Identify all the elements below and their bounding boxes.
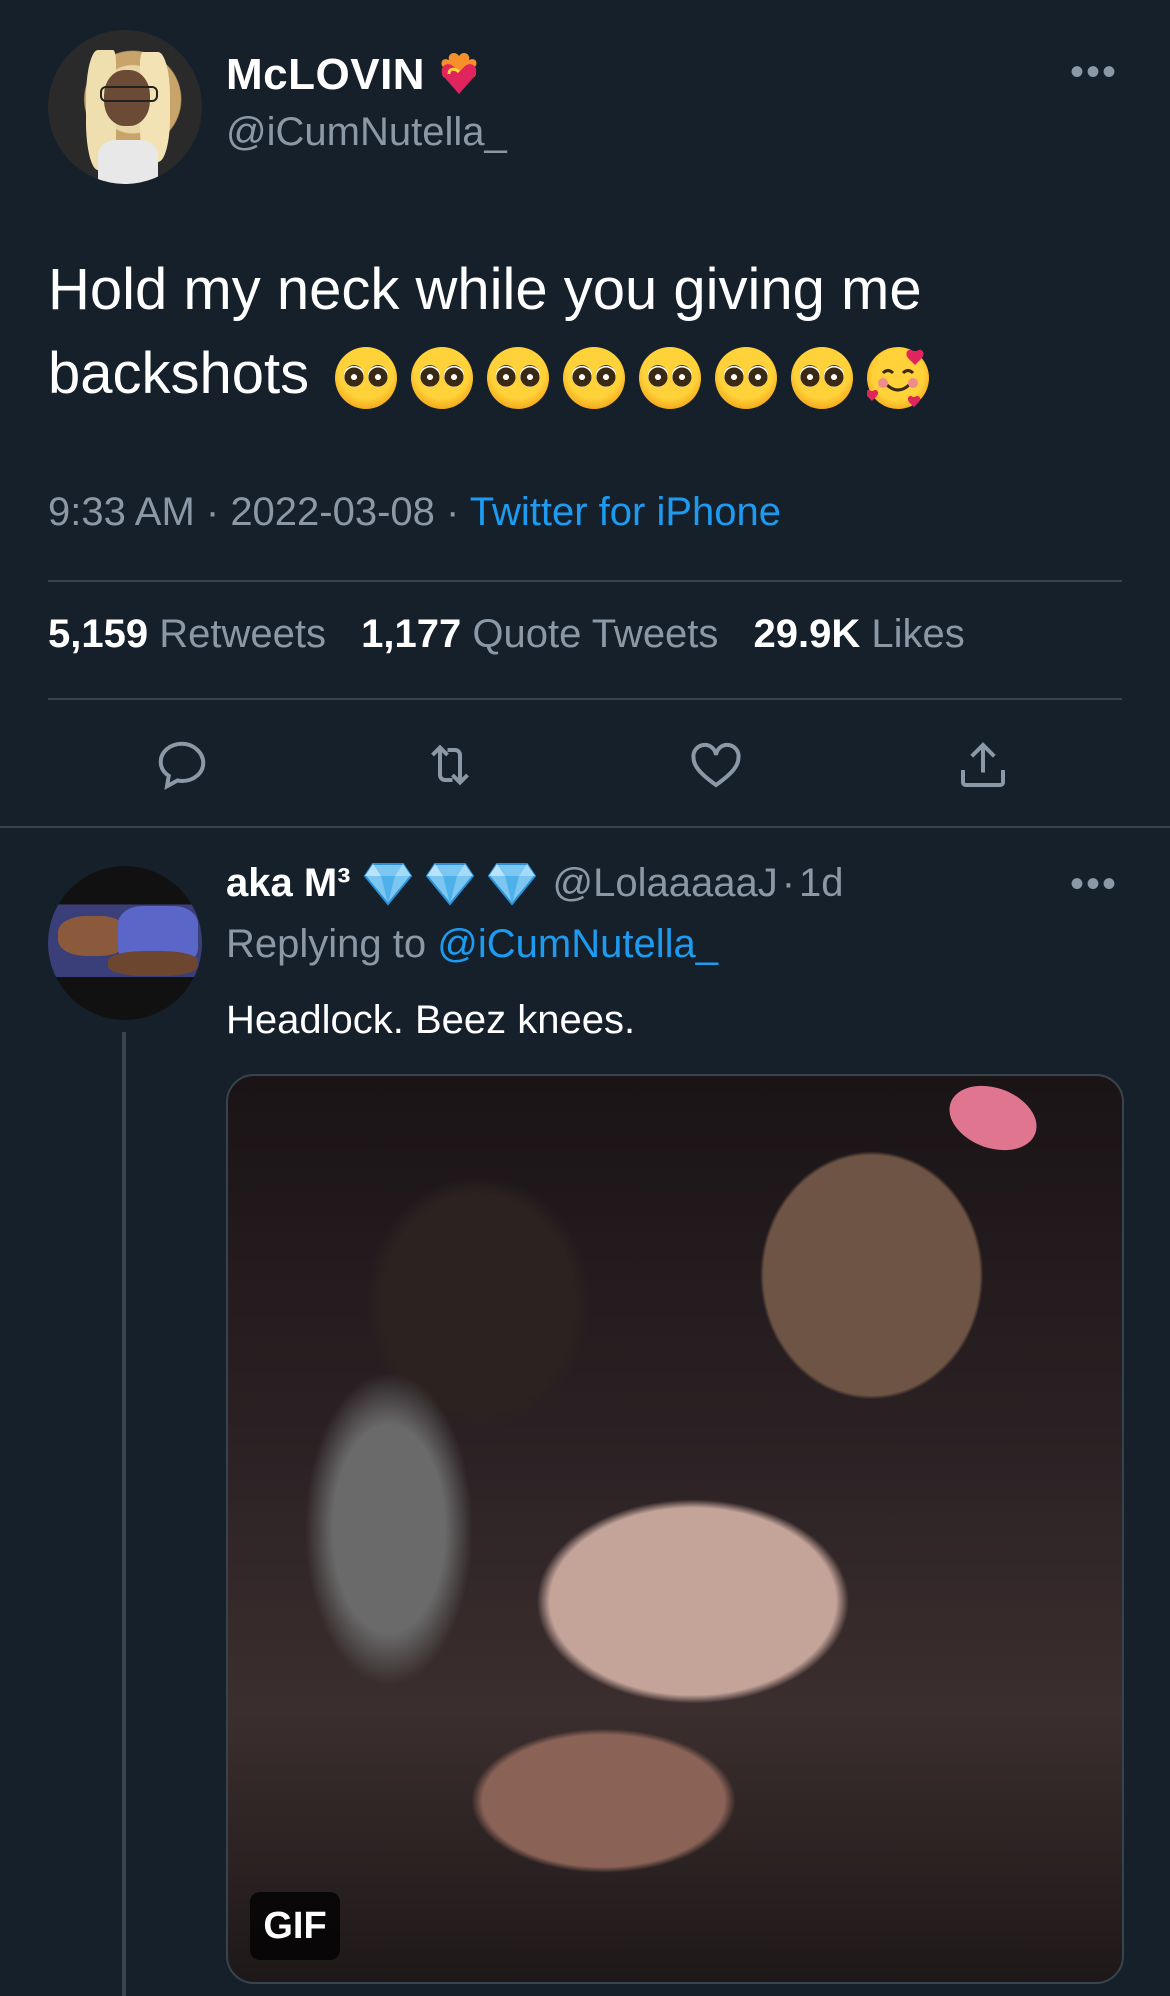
retweets-label: Retweets <box>159 612 326 656</box>
more-options-icon[interactable]: ••• <box>1070 864 1118 904</box>
thread-line <box>122 1032 126 1996</box>
tweet-meta: 9:33 AM · 2022-03-08 · Twitter for iPhon… <box>48 490 781 535</box>
author-name-text: McLOVIN <box>226 50 426 99</box>
replying-prefix: Replying to <box>226 922 427 966</box>
tweet-date[interactable]: 2022-03-08 <box>230 490 435 534</box>
meta-separator: · <box>434 490 470 534</box>
reply-age[interactable]: 1d <box>799 861 844 906</box>
more-options-icon[interactable]: ••• <box>1070 52 1118 92</box>
gem-icon <box>425 863 474 906</box>
quote-tweets-stat[interactable]: 1,177 Quote Tweets <box>361 612 718 656</box>
divider <box>48 580 1122 582</box>
action-bar <box>0 735 1170 795</box>
avatar-shirt <box>98 140 158 184</box>
pleading-face-icon <box>335 346 398 409</box>
reply-icon[interactable] <box>152 735 212 795</box>
heart-on-fire-icon <box>441 53 477 94</box>
pleading-face-icon <box>791 346 854 409</box>
tweet-source[interactable]: Twitter for iPhone <box>470 490 781 534</box>
tweet-text: Hold my neck while you giving me backsho… <box>48 248 1098 416</box>
divider <box>0 826 1170 828</box>
gif-detail <box>940 1076 1046 1162</box>
retweets-stat[interactable]: 5,159 Retweets <box>48 612 326 656</box>
avatar-shape <box>108 951 198 976</box>
retweets-count: 5,159 <box>48 612 149 656</box>
reply-author-name[interactable]: aka M³ <box>226 861 351 906</box>
reply-text: Headlock. Beez knees. <box>226 998 636 1042</box>
pleading-face-icon <box>487 346 550 409</box>
meta-separator: · <box>194 490 231 534</box>
likes-label: Likes <box>871 612 965 656</box>
likes-stat[interactable]: 29.9K Likes <box>754 612 965 656</box>
avatar-glasses <box>100 86 158 102</box>
avatar[interactable] <box>48 30 202 184</box>
gif-media[interactable]: GIF <box>226 1074 1124 1984</box>
gem-icon <box>487 863 536 906</box>
reply-author-handle[interactable]: @LolaaaaaJ <box>553 861 778 906</box>
replying-to-handle[interactable]: @iCumNutella_ <box>437 922 718 966</box>
gem-icon <box>363 863 412 906</box>
author-handle[interactable]: @iCumNutella_ <box>226 110 507 155</box>
author-name[interactable]: McLOVIN <box>226 50 483 100</box>
share-icon[interactable] <box>953 735 1013 795</box>
quote-tweets-count: 1,177 <box>361 612 462 656</box>
pleading-face-icon <box>411 346 474 409</box>
reply-header: aka M³ @LolaaaaaJ · 1d <box>226 860 844 906</box>
emoji-row <box>335 346 930 409</box>
pleading-face-icon <box>563 346 626 409</box>
pleading-face-icon <box>639 346 702 409</box>
reply-avatar[interactable] <box>48 866 202 1020</box>
tweet-stats: 5,159 Retweets 1,177 Quote Tweets 29.9K … <box>48 612 989 657</box>
like-icon[interactable] <box>686 735 746 795</box>
gif-badge: GIF <box>250 1892 340 1960</box>
quote-tweets-label: Quote Tweets <box>472 612 719 656</box>
replying-to: Replying to @iCumNutella_ <box>226 922 718 967</box>
retweet-icon[interactable] <box>420 735 480 795</box>
tweet-time[interactable]: 9:33 AM <box>48 490 195 534</box>
reply-separator: · <box>781 860 796 905</box>
likes-count: 29.9K <box>753 612 861 656</box>
divider <box>48 698 1122 700</box>
pleading-face-icon <box>715 346 778 409</box>
smiling-face-with-hearts-icon <box>866 346 930 409</box>
